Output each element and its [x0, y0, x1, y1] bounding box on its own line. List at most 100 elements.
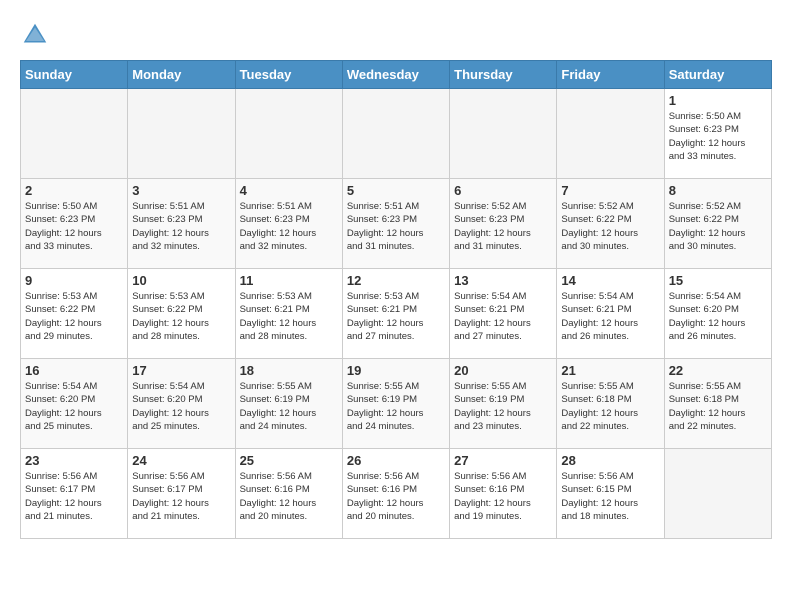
calendar-cell: [21, 89, 128, 179]
calendar-cell: 10 Sunrise: 5:53 AM Sunset: 6:22 PM Dayli…: [128, 269, 235, 359]
day-number: 16: [25, 363, 123, 378]
calendar-cell: 4 Sunrise: 5:51 AM Sunset: 6:23 PM Daylig…: [235, 179, 342, 269]
calendar-cell: [235, 89, 342, 179]
day-info: Sunrise: 5:56 AM Sunset: 6:15 PM Dayligh…: [561, 470, 659, 523]
day-number: 7: [561, 183, 659, 198]
day-info: Sunrise: 5:54 AM Sunset: 6:20 PM Dayligh…: [669, 290, 767, 343]
day-number: 15: [669, 273, 767, 288]
calendar-cell: 9Sunrise: 5:53 AM Sunset: 6:22 PM Daylig…: [21, 269, 128, 359]
day-info: Sunrise: 5:54 AM Sunset: 6:21 PM Dayligh…: [561, 290, 659, 343]
calendar-cell: [557, 89, 664, 179]
day-info: Sunrise: 5:51 AM Sunset: 6:23 PM Dayligh…: [240, 200, 338, 253]
calendar-cell: 15 Sunrise: 5:54 AM Sunset: 6:20 PM Dayli…: [664, 269, 771, 359]
calendar-cell: 14Sunrise: 5:54 AM Sunset: 6:21 PM Dayli…: [557, 269, 664, 359]
day-info: Sunrise: 5:52 AM Sunset: 6:22 PM Dayligh…: [669, 200, 767, 253]
day-number: 10: [132, 273, 230, 288]
day-number: 5: [347, 183, 445, 198]
day-info: Sunrise: 5:53 AM Sunset: 6:22 PM Dayligh…: [25, 290, 123, 343]
calendar-cell: 11 Sunrise: 5:53 AM Sunset: 6:21 PM Dayli…: [235, 269, 342, 359]
day-number: 20: [454, 363, 552, 378]
day-number: 4: [240, 183, 338, 198]
day-info: Sunrise: 5:50 AM Sunset: 6:23 PM Dayligh…: [669, 110, 767, 163]
day-info: Sunrise: 5:51 AM Sunset: 6:23 PM Dayligh…: [132, 200, 230, 253]
calendar-cell: [128, 89, 235, 179]
calendar-table: SundayMondayTuesdayWednesdayThursdayFrid…: [20, 60, 772, 539]
calendar-cell: 1Sunrise: 5:50 AM Sunset: 6:23 PM Daylig…: [664, 89, 771, 179]
calendar-cell: 3 Sunrise: 5:51 AM Sunset: 6:23 PM Daylig…: [128, 179, 235, 269]
day-info: Sunrise: 5:55 AM Sunset: 6:18 PM Dayligh…: [561, 380, 659, 433]
calendar-week-row: 2 Sunrise: 5:50 AM Sunset: 6:23 PM Daylig…: [21, 179, 772, 269]
calendar-cell: 2 Sunrise: 5:50 AM Sunset: 6:23 PM Daylig…: [21, 179, 128, 269]
day-info: Sunrise: 5:56 AM Sunset: 6:16 PM Dayligh…: [240, 470, 338, 523]
weekday-header-wednesday: Wednesday: [342, 61, 449, 89]
calendar-cell: 25 Sunrise: 5:56 AM Sunset: 6:16 PM Dayli…: [235, 449, 342, 539]
calendar-cell: 24 Sunrise: 5:56 AM Sunset: 6:17 PM Dayli…: [128, 449, 235, 539]
day-number: 27: [454, 453, 552, 468]
calendar-cell: 28 Sunrise: 5:56 AM Sunset: 6:15 PM Dayli…: [557, 449, 664, 539]
day-number: 21: [561, 363, 659, 378]
calendar-cell: 5 Sunrise: 5:51 AM Sunset: 6:23 PM Daylig…: [342, 179, 449, 269]
calendar-cell: 19 Sunrise: 5:55 AM Sunset: 6:19 PM Dayli…: [342, 359, 449, 449]
weekday-header-monday: Monday: [128, 61, 235, 89]
calendar-cell: [664, 449, 771, 539]
calendar-cell: 26 Sunrise: 5:56 AM Sunset: 6:16 PM Dayli…: [342, 449, 449, 539]
day-info: Sunrise: 5:55 AM Sunset: 6:18 PM Dayligh…: [669, 380, 767, 433]
day-number: 24: [132, 453, 230, 468]
day-number: 23: [25, 453, 123, 468]
calendar-cell: [342, 89, 449, 179]
day-info: Sunrise: 5:56 AM Sunset: 6:16 PM Dayligh…: [454, 470, 552, 523]
weekday-header-tuesday: Tuesday: [235, 61, 342, 89]
calendar-week-row: 1Sunrise: 5:50 AM Sunset: 6:23 PM Daylig…: [21, 89, 772, 179]
calendar-week-row: 9Sunrise: 5:53 AM Sunset: 6:22 PM Daylig…: [21, 269, 772, 359]
logo-icon: [20, 20, 50, 50]
calendar-week-row: 16 Sunrise: 5:54 AM Sunset: 6:20 PM Dayli…: [21, 359, 772, 449]
day-info: Sunrise: 5:56 AM Sunset: 6:16 PM Dayligh…: [347, 470, 445, 523]
calendar-cell: 22 Sunrise: 5:55 AM Sunset: 6:18 PM Dayli…: [664, 359, 771, 449]
day-info: Sunrise: 5:56 AM Sunset: 6:17 PM Dayligh…: [25, 470, 123, 523]
day-number: 19: [347, 363, 445, 378]
day-info: Sunrise: 5:52 AM Sunset: 6:22 PM Dayligh…: [561, 200, 659, 253]
day-number: 3: [132, 183, 230, 198]
day-number: 26: [347, 453, 445, 468]
day-info: Sunrise: 5:56 AM Sunset: 6:17 PM Dayligh…: [132, 470, 230, 523]
weekday-header-sunday: Sunday: [21, 61, 128, 89]
weekday-header-row: SundayMondayTuesdayWednesdayThursdayFrid…: [21, 61, 772, 89]
day-info: Sunrise: 5:54 AM Sunset: 6:20 PM Dayligh…: [25, 380, 123, 433]
day-number: 11: [240, 273, 338, 288]
day-number: 12: [347, 273, 445, 288]
calendar-cell: 7 Sunrise: 5:52 AM Sunset: 6:22 PM Daylig…: [557, 179, 664, 269]
calendar-cell: 20 Sunrise: 5:55 AM Sunset: 6:19 PM Dayli…: [450, 359, 557, 449]
calendar-cell: 12 Sunrise: 5:53 AM Sunset: 6:21 PM Dayli…: [342, 269, 449, 359]
calendar-cell: 6 Sunrise: 5:52 AM Sunset: 6:23 PM Daylig…: [450, 179, 557, 269]
day-info: Sunrise: 5:55 AM Sunset: 6:19 PM Dayligh…: [454, 380, 552, 433]
calendar-cell: 8 Sunrise: 5:52 AM Sunset: 6:22 PM Daylig…: [664, 179, 771, 269]
day-info: Sunrise: 5:53 AM Sunset: 6:22 PM Dayligh…: [132, 290, 230, 343]
day-info: Sunrise: 5:55 AM Sunset: 6:19 PM Dayligh…: [347, 380, 445, 433]
day-number: 2: [25, 183, 123, 198]
day-info: Sunrise: 5:50 AM Sunset: 6:23 PM Dayligh…: [25, 200, 123, 253]
day-number: 22: [669, 363, 767, 378]
calendar-cell: 13 Sunrise: 5:54 AM Sunset: 6:21 PM Dayli…: [450, 269, 557, 359]
calendar-cell: 18Sunrise: 5:55 AM Sunset: 6:19 PM Dayli…: [235, 359, 342, 449]
calendar-week-row: 23 Sunrise: 5:56 AM Sunset: 6:17 PM Dayli…: [21, 449, 772, 539]
day-info: Sunrise: 5:53 AM Sunset: 6:21 PM Dayligh…: [240, 290, 338, 343]
day-info: Sunrise: 5:51 AM Sunset: 6:23 PM Dayligh…: [347, 200, 445, 253]
weekday-header-saturday: Saturday: [664, 61, 771, 89]
day-number: 28: [561, 453, 659, 468]
day-info: Sunrise: 5:55 AM Sunset: 6:19 PM Dayligh…: [240, 380, 338, 433]
day-number: 25: [240, 453, 338, 468]
calendar-cell: 17Sunrise: 5:54 AM Sunset: 6:20 PM Dayli…: [128, 359, 235, 449]
day-info: Sunrise: 5:53 AM Sunset: 6:21 PM Dayligh…: [347, 290, 445, 343]
day-number: 13: [454, 273, 552, 288]
calendar-cell: [450, 89, 557, 179]
page-header: [20, 20, 772, 50]
calendar-cell: 21 Sunrise: 5:55 AM Sunset: 6:18 PM Dayli…: [557, 359, 664, 449]
day-info: Sunrise: 5:54 AM Sunset: 6:21 PM Dayligh…: [454, 290, 552, 343]
calendar-cell: 27 Sunrise: 5:56 AM Sunset: 6:16 PM Dayli…: [450, 449, 557, 539]
day-number: 6: [454, 183, 552, 198]
day-number: 8: [669, 183, 767, 198]
day-info: Sunrise: 5:52 AM Sunset: 6:23 PM Dayligh…: [454, 200, 552, 253]
weekday-header-friday: Friday: [557, 61, 664, 89]
logo: [20, 20, 52, 50]
calendar-cell: 23 Sunrise: 5:56 AM Sunset: 6:17 PM Dayli…: [21, 449, 128, 539]
